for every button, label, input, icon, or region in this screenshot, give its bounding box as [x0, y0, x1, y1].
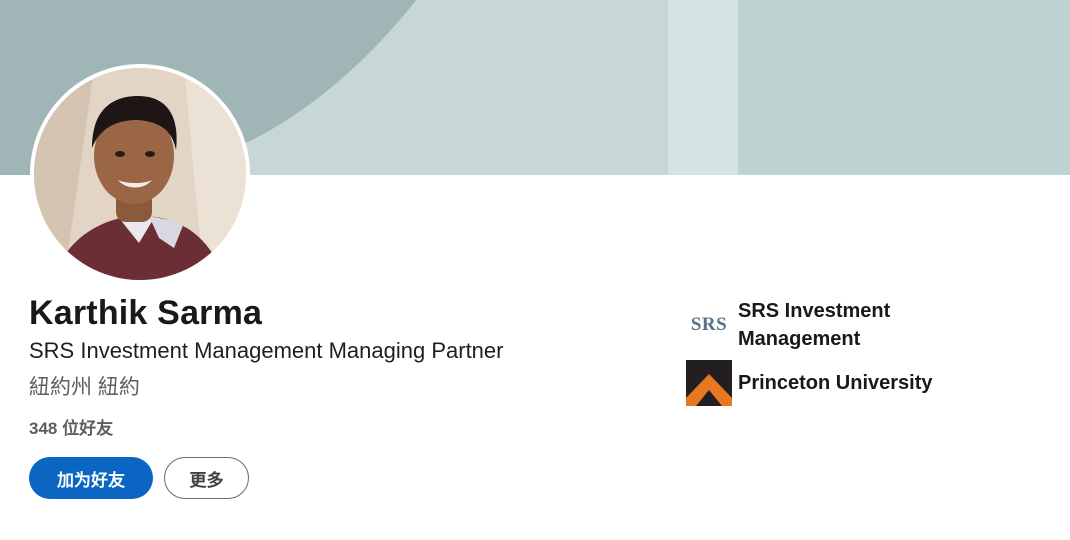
banner-shape-right [738, 0, 1070, 175]
profile-name: Karthik Sarma [29, 294, 263, 332]
princeton-logo-icon [686, 360, 732, 406]
banner-shape-strip [668, 0, 738, 175]
organization-name: SRS Investment Management [738, 300, 891, 350]
profile-headline: SRS Investment Management Managing Partn… [29, 338, 504, 363]
srs-logo-text: SRS [690, 314, 728, 335]
more-button[interactable]: 更多 [164, 457, 249, 499]
profile-avatar[interactable] [30, 64, 250, 284]
organization-srs[interactable]: SRS SRS Investment Management [686, 297, 938, 353]
srs-logo-icon: SRS [686, 302, 732, 348]
connections-count[interactable]: 348 位好友 [29, 414, 113, 439]
organization-princeton[interactable]: Princeton University [686, 360, 938, 406]
avatar-photo [34, 68, 246, 280]
profile-location: 紐約州 紐約 [29, 376, 140, 399]
connect-button[interactable]: 加为好友 [29, 457, 153, 499]
organization-name: Princeton University [738, 372, 933, 394]
